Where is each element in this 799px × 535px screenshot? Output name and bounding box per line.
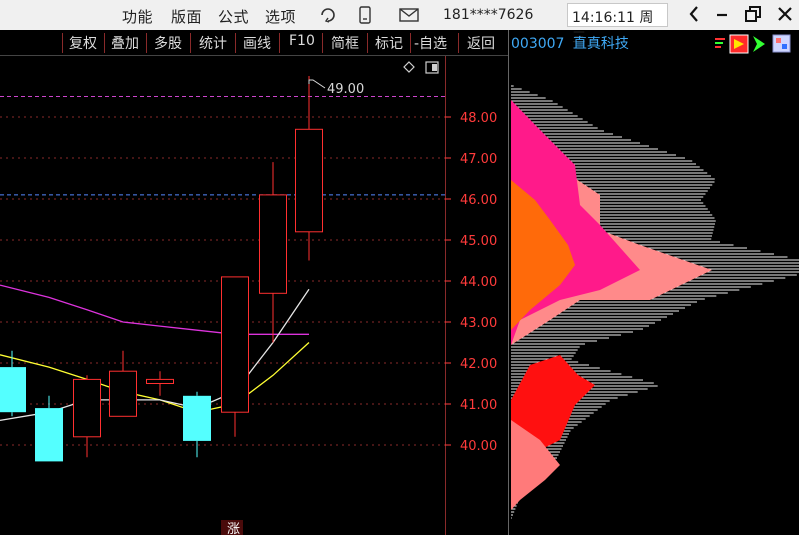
high-marker	[308, 79, 326, 89]
diamond-icon[interactable]	[403, 61, 415, 73]
y-tick-label: 40.00	[460, 439, 497, 454]
y-tick-label: 48.00	[460, 111, 497, 126]
y-axis-labels: 48.00 47.00 46.00 45.00 44.00 43.00 42.00 41.00…	[460, 111, 497, 454]
y-tick-label: 45.00	[460, 234, 497, 249]
reference-lines	[0, 96, 445, 196]
chip-distribution	[511, 85, 799, 519]
y-tick-label: 47.00	[460, 152, 497, 167]
candle-body-up	[73, 378, 101, 438]
candle-body-up	[295, 128, 323, 233]
candle-body-up	[146, 378, 174, 384]
candle-body-down	[183, 395, 211, 441]
moving-averages	[0, 284, 310, 422]
candle-body-down	[35, 408, 63, 462]
y-tick-label: 43.00	[460, 316, 497, 331]
y-tick-label: 42.00	[460, 357, 497, 372]
rise-tag: 涨	[227, 522, 240, 535]
ma-white-line	[0, 288, 310, 422]
candle-body-up	[259, 194, 287, 294]
candle-body-down	[0, 367, 26, 413]
panel-toggle-icon[interactable]	[425, 61, 439, 74]
ma-yellow-line	[0, 342, 310, 413]
high-marker-label: 49.00	[327, 82, 364, 97]
y-tick-label: 44.00	[460, 275, 497, 290]
y-tick-label: 46.00	[460, 193, 497, 208]
y-tick-label: 41.00	[460, 398, 497, 413]
chart-area: 48.00 47.00 46.00 45.00 44.00 43.00 42.00 41.00…	[0, 30, 799, 535]
candle-body-up	[109, 370, 137, 417]
candle-body-up	[221, 276, 249, 413]
